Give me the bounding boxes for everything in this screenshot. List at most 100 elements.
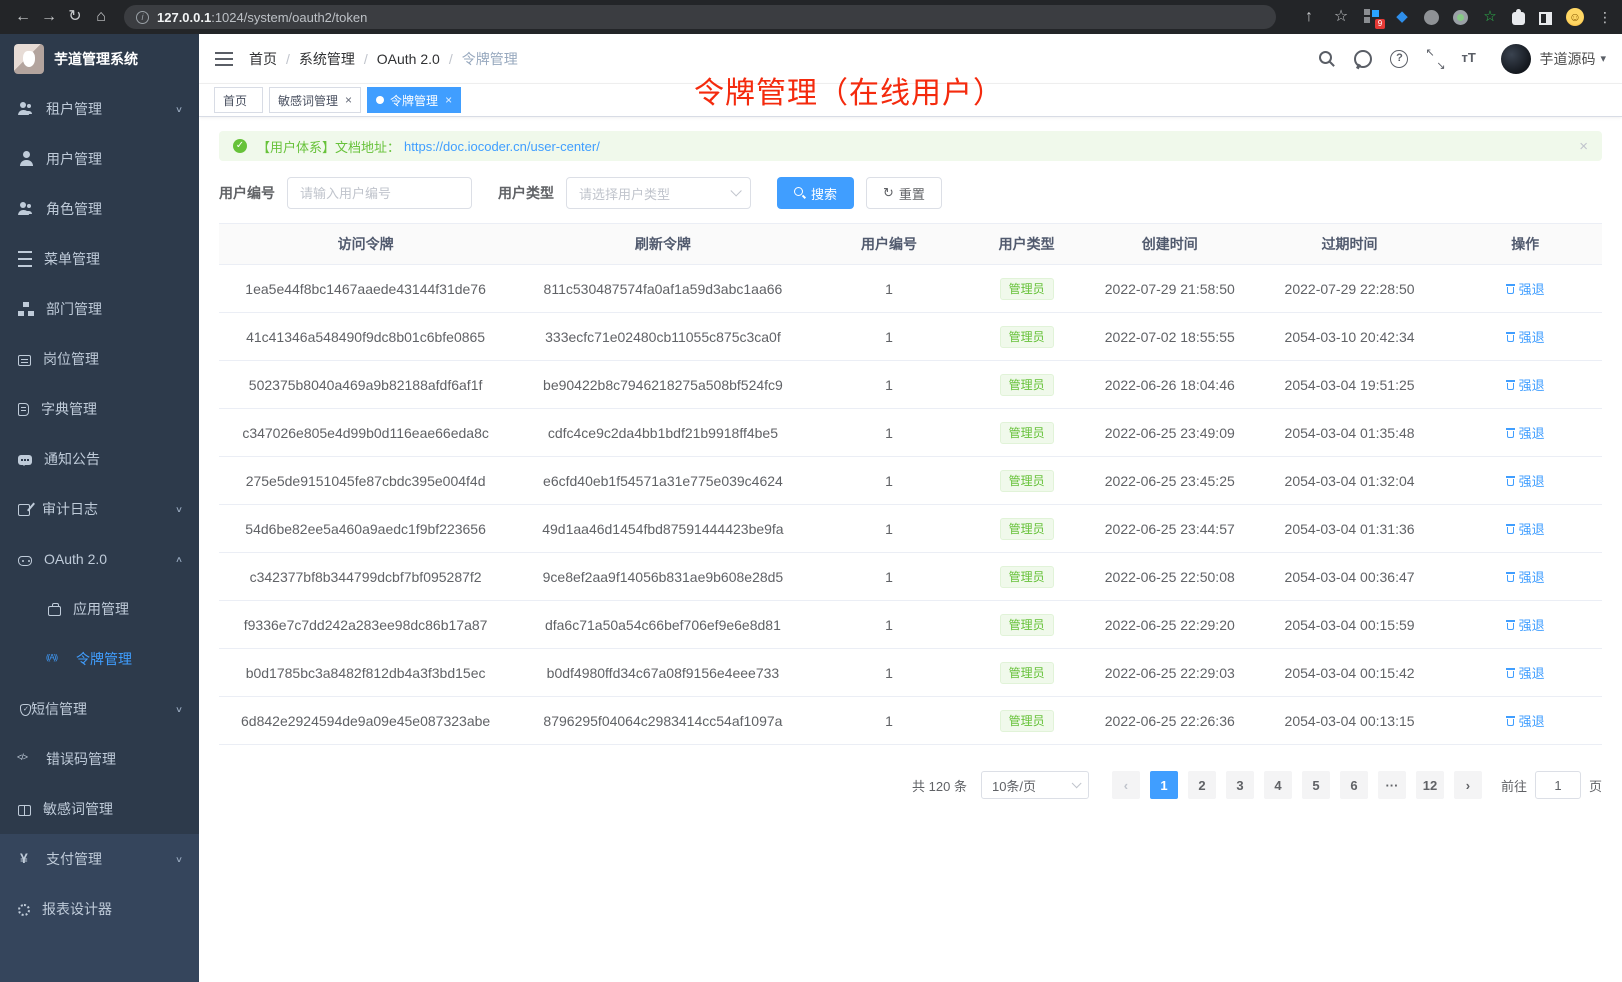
- home-icon[interactable]: ⌂: [88, 0, 114, 34]
- browser-profile-avatar[interactable]: ☺: [1566, 8, 1584, 26]
- share-icon[interactable]: ↑: [1300, 0, 1318, 34]
- sidebar-menu-item[interactable]: 报表设计器: [0, 884, 199, 934]
- search-icon[interactable]: [1317, 49, 1337, 69]
- back-icon[interactable]: ←: [10, 0, 36, 34]
- sidebar-menu-item[interactable]: 短信管理 ∨: [0, 684, 199, 734]
- sidebar-menu-item[interactable]: 部门管理: [0, 284, 199, 334]
- page-number-button[interactable]: 12: [1416, 771, 1444, 799]
- sidebar-menu-item[interactable]: 通知公告: [0, 434, 199, 484]
- page-number-button[interactable]: 5: [1302, 771, 1330, 799]
- force-logout-button[interactable]: 强退: [1506, 471, 1545, 490]
- browser-menu-icon[interactable]: ⋮: [1598, 9, 1612, 26]
- site-info-icon[interactable]: i: [136, 11, 149, 24]
- expires-cell: 2054-03-04 01:35:48: [1251, 425, 1449, 441]
- sidebar-menu-item[interactable]: 审计日志 ∨: [0, 484, 199, 534]
- sidebar-menu-item[interactable]: 用户管理: [0, 134, 199, 184]
- breadcrumb-item[interactable]: 系统管理: [299, 49, 377, 69]
- sidebar-menu-item[interactable]: 租户管理 ∨: [0, 84, 199, 134]
- sidebar-menu-item[interactable]: 字典管理: [0, 384, 199, 434]
- sidebar-menu-item[interactable]: 支付管理 ∨: [0, 834, 199, 884]
- access-token-cell: 54d6be82ee5a460a9aedc1f9bf223656: [219, 521, 512, 537]
- user-dropdown-caret-icon[interactable]: ▾: [1600, 52, 1606, 65]
- page-tab[interactable]: 首页: [214, 87, 263, 113]
- sensitive-book-icon: [18, 805, 31, 816]
- access-token-cell: b0d1785bc3a8482f812db4a3f3bd15ec: [219, 665, 512, 681]
- font-size-icon[interactable]: [1461, 49, 1481, 69]
- sidebar-menu-item[interactable]: OAuth 2.0 ∧: [0, 534, 199, 584]
- extension-star-icon[interactable]: ☆: [1482, 9, 1498, 25]
- chevron-icon: ∨: [175, 704, 183, 714]
- reset-button[interactable]: ↻ 重置: [866, 177, 942, 209]
- sidebar-item-label: 字典管理: [41, 399, 97, 419]
- force-logout-button[interactable]: 强退: [1506, 519, 1545, 538]
- force-logout-button[interactable]: 强退: [1506, 567, 1545, 586]
- bookmark-star-icon[interactable]: ☆: [1332, 0, 1350, 34]
- doc-alert: ✓ 【用户体系】文档地址： https://doc.iocoder.cn/use…: [219, 131, 1602, 161]
- alert-text: 【用户体系】文档地址：: [257, 137, 400, 156]
- active-dot-icon: [376, 96, 384, 104]
- fullscreen-icon[interactable]: [1425, 49, 1445, 69]
- alert-close-icon[interactable]: ×: [1579, 138, 1588, 155]
- page-number-button[interactable]: 2: [1188, 771, 1216, 799]
- sidebar-menu-item[interactable]: 岗位管理: [0, 334, 199, 384]
- sidebar-fold-icon[interactable]: [215, 52, 233, 66]
- sidebar-menu-item[interactable]: 角色管理: [0, 184, 199, 234]
- forward-icon[interactable]: →: [36, 0, 62, 34]
- token-table: 访问令牌 刷新令牌 用户编号 用户类型 创建时间 过期时间 操作 1ea5e44…: [219, 223, 1602, 745]
- next-page-button[interactable]: ›: [1454, 771, 1482, 799]
- address-bar[interactable]: i 127.0.0.1:1024/system/oauth2/token: [124, 5, 1276, 29]
- search-button[interactable]: 搜索: [777, 177, 854, 209]
- force-logout-button[interactable]: 强退: [1506, 327, 1545, 346]
- page-number-button[interactable]: 1: [1150, 771, 1178, 799]
- reload-icon[interactable]: ↻: [62, 0, 88, 34]
- page-number-button[interactable]: 6: [1340, 771, 1368, 799]
- page-number-button[interactable]: ···: [1378, 771, 1406, 799]
- tab-label: 令牌管理: [390, 92, 438, 109]
- user-type-tag: 管理员: [1000, 518, 1054, 540]
- sidebar-menu-item[interactable]: 敏感词管理: [0, 784, 199, 834]
- trash-icon: [1506, 331, 1515, 342]
- force-logout-button[interactable]: 强退: [1506, 711, 1545, 730]
- refresh-token-cell: dfa6c71a50a54c66bef706ef9e6e8d81: [512, 617, 813, 633]
- user-type-select[interactable]: 请选择用户类型: [566, 177, 751, 209]
- page-tab[interactable]: 敏感词管理 ×: [269, 87, 361, 113]
- doc-link[interactable]: https://doc.iocoder.cn/user-center/: [404, 139, 600, 154]
- page-tab[interactable]: 令牌管理 ×: [367, 87, 461, 113]
- extension-grid-icon[interactable]: 9: [1364, 9, 1380, 25]
- sidebar-menu-item[interactable]: 应用管理: [0, 584, 199, 634]
- goto-page-input[interactable]: [1535, 771, 1581, 799]
- user-id-input[interactable]: [287, 177, 472, 209]
- force-logout-button[interactable]: 强退: [1506, 375, 1545, 394]
- tab-preview-icon[interactable]: [1539, 12, 1552, 25]
- extensions-puzzle-icon[interactable]: [1512, 12, 1525, 25]
- app-logo[interactable]: 芋道管理系统: [0, 34, 199, 84]
- force-logout-button[interactable]: 强退: [1506, 615, 1545, 634]
- prev-page-button[interactable]: ‹: [1112, 771, 1140, 799]
- user-type-cell: 管理员: [964, 710, 1088, 732]
- tab-close-icon[interactable]: ×: [345, 94, 352, 106]
- sidebar-menu-item[interactable]: 错误码管理: [0, 734, 199, 784]
- github-icon[interactable]: [1353, 49, 1373, 69]
- select-chevron-icon: [1072, 778, 1082, 788]
- extension-circle-icon[interactable]: [1424, 10, 1439, 25]
- sidebar-menu-item[interactable]: 令牌管理: [0, 634, 199, 684]
- username[interactable]: 芋道源码: [1539, 49, 1595, 69]
- table-body: 1ea5e44f8bc1467aaede43144f31de76 811c530…: [219, 265, 1602, 745]
- force-logout-button[interactable]: 强退: [1506, 279, 1545, 298]
- force-logout-button[interactable]: 强退: [1506, 423, 1545, 442]
- table-row: c342377bf8b344799dcbf7bf095287f2 9ce8ef2…: [219, 553, 1602, 601]
- page-number-button[interactable]: 3: [1226, 771, 1254, 799]
- force-logout-button[interactable]: 强退: [1506, 663, 1545, 682]
- tab-close-icon[interactable]: ×: [445, 94, 452, 106]
- help-icon[interactable]: [1389, 49, 1409, 69]
- extension-dot-circle-icon[interactable]: [1453, 10, 1468, 25]
- breadcrumb-item[interactable]: OAuth 2.0: [377, 51, 462, 67]
- sidebar-menu-item[interactable]: 菜单管理: [0, 234, 199, 284]
- page-size-select[interactable]: 10条/页: [981, 771, 1089, 799]
- refresh-token-cell: 9ce8ef2aa9f14056b831ae9b608e28d5: [512, 569, 813, 585]
- breadcrumb-item[interactable]: 首页: [249, 49, 299, 69]
- page-number-button[interactable]: 4: [1264, 771, 1292, 799]
- extension-kite-icon[interactable]: ◆: [1394, 9, 1410, 25]
- user-avatar[interactable]: [1501, 44, 1531, 74]
- table-row: 502375b8040a469a9b82188afdf6af1f be90422…: [219, 361, 1602, 409]
